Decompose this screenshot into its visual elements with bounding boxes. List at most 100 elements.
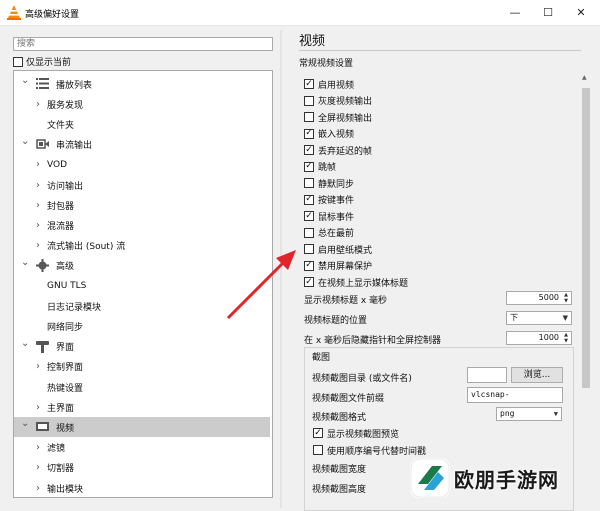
snapshot-dir-input[interactable] — [467, 367, 507, 383]
setting-checkbox[interactable]: ✓ 跳帧 — [304, 159, 336, 175]
tree-item[interactable]: › 访问输出 — [14, 175, 270, 195]
browse-button[interactable]: 浏览... — [511, 367, 563, 383]
chevron-right-icon[interactable]: › — [36, 99, 40, 110]
setting-checkbox[interactable]: ✓ 嵌入视频 — [304, 126, 354, 142]
checkbox-box[interactable]: ✓ — [304, 145, 314, 155]
minimize-button[interactable]: — — [500, 0, 530, 24]
sequential-numbering-checkbox[interactable]: 使用顺序编号代替时间戳 — [313, 442, 426, 458]
gear-icon — [36, 258, 49, 272]
chevron-right-icon[interactable]: › — [36, 462, 40, 473]
watermark: 欧朋手游网 — [410, 458, 559, 498]
tree-item[interactable]: › 混流器 — [14, 215, 270, 235]
tree-item[interactable]: › VOD — [14, 155, 270, 175]
only-current-checkbox[interactable]: 仅显示当前 — [13, 55, 71, 68]
tree-category[interactable]: ⌄ 高级 — [14, 256, 270, 276]
checkbox-box[interactable]: ✓ — [304, 211, 314, 221]
tree-item-label: 文件夹 — [47, 120, 75, 131]
chevron-right-icon[interactable]: › — [36, 402, 40, 413]
setting-checkbox[interactable]: ✓ 按键事件 — [304, 192, 354, 208]
tree-category[interactable]: ⌄ 串流输出 — [14, 135, 270, 155]
tree-item[interactable]: › 滤镜 — [14, 438, 270, 458]
chevron-down-icon[interactable]: ⌄ — [21, 257, 29, 268]
chevron-right-icon[interactable]: › — [36, 200, 40, 211]
chevron-right-icon[interactable]: › — [36, 483, 40, 494]
setting-checkbox[interactable]: 灰度视频输出 — [304, 93, 372, 109]
snapshot-prefix-input[interactable]: vlcsnap- — [467, 387, 563, 403]
checkbox-box[interactable]: ✓ — [304, 79, 314, 89]
checkbox-box[interactable] — [304, 244, 314, 254]
chevron-right-icon[interactable]: › — [36, 240, 40, 251]
tree-item[interactable]: › 封包器 — [14, 195, 270, 215]
tree-item[interactable]: › 控制界面 — [14, 357, 270, 377]
snapshot-preview-checkbox[interactable]: ✓ 显示视频截图预览 — [313, 425, 399, 441]
tree-item[interactable]: › 流式输出 (Sout) 流 — [14, 236, 270, 256]
chevron-right-icon[interactable]: › — [36, 442, 40, 453]
tree-item[interactable]: › 主界面 — [14, 397, 270, 417]
snapshot-prefix-label: 视频截图文件前缀 — [312, 394, 385, 404]
chevron-down-icon[interactable]: ⌄ — [21, 338, 29, 349]
chevron-right-icon[interactable]: › — [36, 180, 40, 191]
vlc-cone-icon — [7, 5, 21, 20]
hide-cursor-spinbox[interactable]: 1000 ▲ ▼ — [506, 331, 572, 345]
checkbox-box[interactable]: ✓ — [304, 128, 314, 139]
tree-scrollbar[interactable] — [272, 71, 273, 497]
checkbox-box[interactable]: ✓ — [304, 260, 314, 271]
tree-item[interactable]: › 输出模块 — [14, 478, 270, 497]
tree-item[interactable]: 热键设置 — [14, 377, 270, 397]
chevron-down-icon[interactable]: ⌄ — [21, 75, 29, 86]
chevron-down-icon[interactable]: ⌄ — [21, 136, 29, 147]
chevron-right-icon[interactable]: › — [36, 361, 40, 372]
search-input[interactable]: 搜索 — [13, 37, 273, 51]
tree-item[interactable]: 文件夹 — [14, 114, 270, 134]
tree-category[interactable]: ⌄ 视频 — [14, 417, 270, 438]
spin-arrows-icon[interactable]: ▲ ▼ — [562, 292, 570, 304]
sequential-numbering-box[interactable] — [313, 445, 323, 455]
scroll-up-icon[interactable]: ▲ — [582, 74, 587, 81]
only-current-box[interactable] — [13, 56, 23, 67]
setting-checkbox[interactable]: 启用壁纸模式 — [304, 241, 372, 257]
tree-item-label: 访问输出 — [47, 181, 84, 192]
setting-checkbox[interactable]: 全屏视频输出 — [304, 109, 372, 125]
tree-item[interactable]: GNU TLS — [14, 276, 270, 296]
settings-scrollbar-thumb[interactable] — [582, 88, 590, 388]
chevron-right-icon[interactable]: › — [36, 159, 40, 170]
pane-splitter[interactable] — [280, 30, 282, 508]
checkbox-box[interactable]: ✓ — [304, 161, 314, 172]
title-position-select[interactable]: 下 ▼ — [506, 311, 572, 325]
maximize-button[interactable]: ☐ — [533, 0, 563, 24]
checkbox-box[interactable] — [304, 178, 314, 188]
close-button[interactable]: ✕ — [566, 0, 596, 24]
tree-item-label: 流式输出 (Sout) 流 — [47, 242, 126, 253]
setting-checkbox[interactable]: 静默同步 — [304, 175, 354, 191]
tree-item[interactable]: › 服务发现 — [14, 94, 270, 114]
snapshot-preview-box[interactable]: ✓ — [313, 428, 323, 438]
tree-item-label: 封包器 — [47, 201, 75, 212]
tree-item[interactable]: 日志记录模块 — [14, 296, 270, 316]
setting-checkbox[interactable]: ✓ 在视频上显示媒体标题 — [304, 274, 408, 290]
chevron-right-icon[interactable]: › — [36, 220, 40, 231]
tree-item-label: 混流器 — [47, 221, 75, 232]
setting-checkbox[interactable]: 总在最前 — [304, 225, 354, 241]
tree-item[interactable]: 网络同步 — [14, 316, 270, 336]
checkbox-box[interactable]: ✓ — [304, 277, 314, 287]
checkbox-box[interactable] — [304, 227, 314, 238]
setting-checkbox[interactable]: ✓ 丢弃延迟的帧 — [304, 142, 372, 158]
setting-checkbox[interactable]: ✓ 鼠标事件 — [304, 208, 354, 224]
chevron-down-icon[interactable]: ⌄ — [21, 418, 29, 429]
tree-category[interactable]: ⌄ 界面 — [14, 337, 270, 357]
tree-category[interactable]: ⌄ 播放列表 — [14, 74, 270, 94]
setting-checkbox[interactable]: ✓ 禁用屏幕保护 — [304, 258, 372, 274]
snapshot-dir-label: 视频截图目录 (或文件名) — [312, 374, 412, 384]
tree-item[interactable]: › 切割器 — [14, 458, 270, 478]
checkbox-label: 禁用屏幕保护 — [318, 262, 373, 272]
playlist-icon — [36, 77, 49, 90]
snapshot-format-select[interactable]: png ▼ — [496, 407, 562, 421]
category-tree[interactable]: ⌄ 播放列表 › 服务发现 文件夹 ⌄ 串流输出 › VOD › 访问输出 › 封包器 › 混流器 › 流式输出… — [13, 70, 273, 498]
settings-scrollbar[interactable]: ▲ — [580, 72, 592, 508]
checkbox-box[interactable]: ✓ — [304, 194, 314, 205]
checkbox-box[interactable] — [304, 112, 314, 122]
title-timeout-spinbox[interactable]: 5000 ▲ ▼ — [506, 291, 572, 305]
setting-checkbox[interactable]: ✓ 启用视频 — [304, 76, 354, 92]
checkbox-box[interactable] — [304, 95, 314, 106]
spin-arrows-icon[interactable]: ▲ ▼ — [562, 332, 570, 344]
